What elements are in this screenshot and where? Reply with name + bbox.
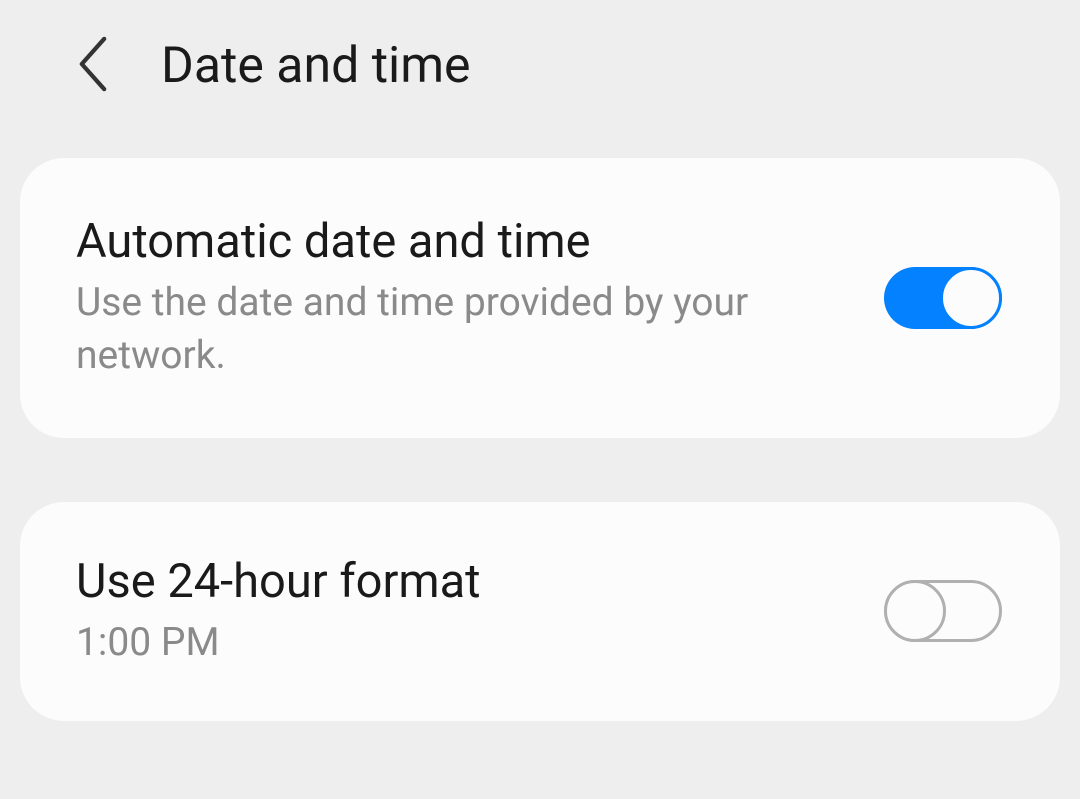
setting-automatic-date-time[interactable]: Automatic date and time Use the date and… <box>20 158 1060 438</box>
toggle-automatic-date-time[interactable] <box>884 267 1002 329</box>
setting-text: Automatic date and time Use the date and… <box>76 214 884 382</box>
setting-text: Use 24-hour format 1:00 PM <box>76 554 884 669</box>
back-button[interactable] <box>75 36 111 96</box>
toggle-thumb <box>884 580 946 642</box>
chevron-left-icon <box>75 36 111 96</box>
setting-24-hour-format[interactable]: Use 24-hour format 1:00 PM <box>20 502 1060 721</box>
setting-subtitle: Use the date and time provided by your n… <box>76 276 854 381</box>
page-title: Date and time <box>161 37 471 95</box>
setting-title: Automatic date and time <box>76 214 854 270</box>
toggle-24-hour-format[interactable] <box>884 580 1002 642</box>
header: Date and time <box>0 0 1080 132</box>
setting-title: Use 24-hour format <box>76 554 854 610</box>
toggle-thumb <box>940 267 1002 329</box>
setting-subtitle: 1:00 PM <box>76 616 854 669</box>
